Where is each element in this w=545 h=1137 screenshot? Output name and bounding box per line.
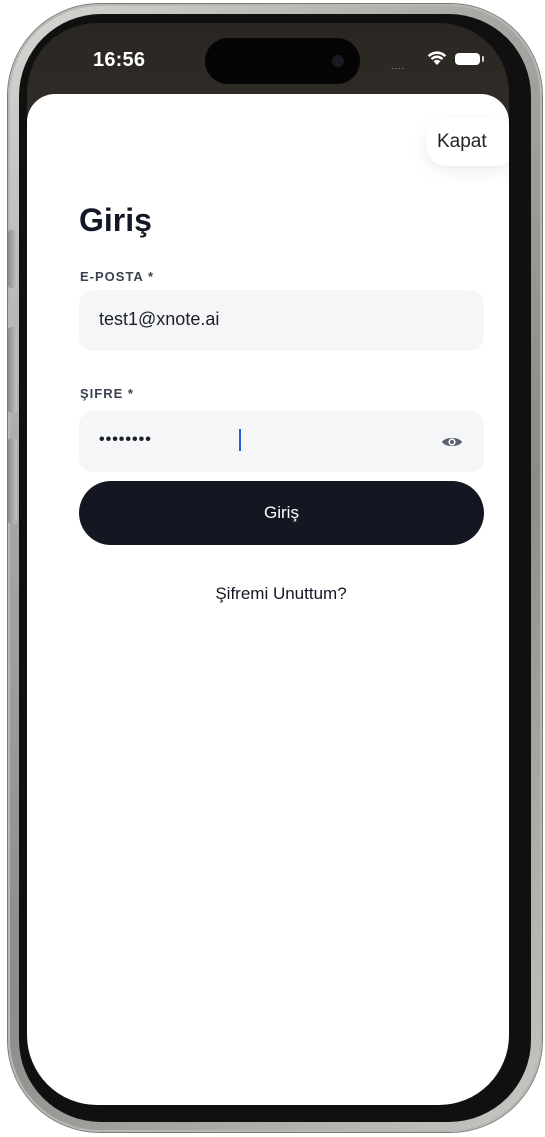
page-title: Giriş [79, 202, 152, 238]
password-field[interactable]: •••••••• [79, 411, 484, 472]
status-bar: 16:56 .... [27, 23, 509, 93]
forgot-password-link[interactable]: Şifremi Unuttum? [27, 584, 485, 604]
volume-up-button [8, 327, 17, 413]
password-label: ŞIFRE * [80, 386, 134, 401]
login-sheet: Kapat Giriş E-POSTA * test1@xnote.ai ŞIF… [27, 94, 509, 1105]
email-field[interactable]: test1@xnote.ai [79, 290, 484, 351]
battery-icon [455, 53, 484, 65]
login-button[interactable]: Giriş [79, 481, 484, 545]
email-label: E-POSTA * [80, 269, 155, 284]
dynamic-island [205, 38, 360, 84]
signal-icon: .... [391, 61, 406, 71]
wifi-icon [427, 51, 447, 65]
text-caret [239, 429, 241, 451]
volume-down-button [8, 438, 17, 524]
password-value: •••••••• [99, 431, 152, 448]
status-time: 16:56 [93, 49, 146, 71]
action-button [8, 230, 17, 288]
email-value: test1@xnote.ai [99, 309, 220, 329]
camera-icon [332, 55, 344, 67]
eye-icon[interactable] [441, 433, 463, 451]
screen: 16:56 .... Kapat Giriş E-POSTA * test1@x… [27, 23, 509, 1105]
close-button[interactable]: Kapat [426, 118, 509, 166]
